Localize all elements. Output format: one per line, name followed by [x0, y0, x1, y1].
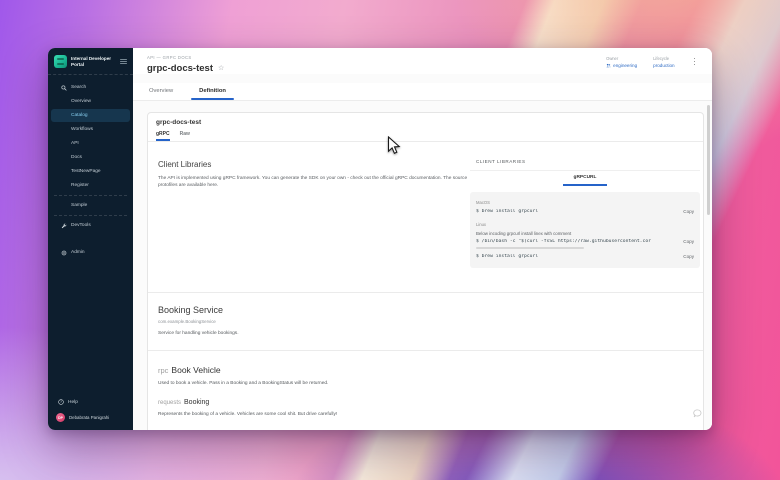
- sidebar-item-api[interactable]: API: [51, 137, 130, 150]
- client-libraries-section: Client Libraries The API is implemented …: [148, 142, 703, 292]
- tab-overview[interactable]: Overview: [147, 83, 175, 100]
- card-title: grpc-docs-test: [156, 119, 695, 126]
- linux-install-command-2: $ brew install grpcurl: [476, 254, 538, 259]
- sidebar-item-label: Sample: [61, 203, 87, 208]
- lifecycle-block: Lifecycle production: [653, 56, 674, 68]
- linux-install-command: $ /bin/bash -c "$(curl -fsSL https://raw…: [476, 239, 651, 244]
- request-description: Represents the booking of a vehicle. Veh…: [158, 412, 693, 417]
- macos-label: MacOS: [476, 200, 694, 205]
- linux-comment: Below incoding grpcurl install linex wit…: [476, 231, 694, 236]
- portal-logo-icon: [54, 55, 67, 68]
- search-icon: [61, 85, 67, 91]
- client-libraries-description: The API is implemented using gRPC framew…: [158, 175, 470, 189]
- sidebar-item-label: DevTools: [71, 223, 91, 228]
- lifecycle-value: production: [653, 63, 674, 68]
- page-title: grpc-docs-test: [147, 63, 213, 74]
- rpc-book-vehicle-section: rpc Book Vehicle Used to book a vehicle.…: [148, 351, 703, 427]
- tab-raw[interactable]: Raw: [180, 131, 190, 141]
- rpc-description: Used to book a vehicle. Pass in a Bookin…: [158, 381, 693, 386]
- owner-label: Owner: [606, 56, 637, 61]
- sidebar-item-label: Docs: [61, 155, 82, 160]
- copy-button[interactable]: Copy: [679, 254, 694, 259]
- sidebar-item-catalog[interactable]: Catalog: [51, 109, 130, 122]
- install-code-box: MacOS $ brew install grpcurl Copy Linux …: [470, 192, 700, 268]
- sidebar-footer: ? Help DP Debabrata Panigrahi: [48, 395, 133, 430]
- app-window: Internal Developer Portal Search Overvie…: [48, 48, 712, 430]
- sidebar-item-workflows[interactable]: Workflows: [51, 123, 130, 136]
- tab-definition[interactable]: Definition: [197, 83, 228, 100]
- definition-card: grpc-docs-test gRPC Raw Client Libraries…: [147, 112, 704, 430]
- more-options-kebab-icon[interactable]: [691, 56, 698, 67]
- service-heading: Booking Service: [158, 305, 693, 315]
- logo-row: Internal Developer Portal: [48, 48, 133, 75]
- booking-service-section: Booking Service com.example.BookingServi…: [148, 293, 703, 350]
- rpc-name: Book Vehicle: [171, 365, 220, 375]
- owner-link[interactable]: engineering: [606, 63, 637, 68]
- sidebar-item-testnewpage[interactable]: TestNewPage: [51, 165, 130, 178]
- sidebar-nav: Search Overview Catalog Workflows API Do…: [48, 75, 133, 259]
- avatar: DP: [56, 413, 65, 422]
- horizontal-scrollbar[interactable]: [476, 247, 584, 249]
- wrench-icon: [61, 223, 67, 229]
- macos-install-command: $ brew install grpcurl: [476, 209, 538, 214]
- lifecycle-label: Lifecycle: [653, 56, 674, 61]
- gear-icon: [61, 250, 67, 256]
- request-name: Booking: [184, 399, 209, 406]
- client-libraries-panel: CLIENT LIBRARIES gRPCURL MacOS $ brew in…: [470, 156, 700, 268]
- copy-button[interactable]: Copy: [679, 239, 694, 244]
- user-name: Debabrata Panigrahi: [69, 415, 109, 420]
- tab-grpcurl[interactable]: gRPCURL: [563, 175, 607, 186]
- panel-header: CLIENT LIBRARIES: [470, 156, 700, 171]
- sidebar-item-help[interactable]: ? Help: [48, 395, 133, 409]
- group-icon: [606, 63, 611, 68]
- portal-logo-title: Internal Developer Portal: [71, 56, 116, 67]
- help-label: Help: [68, 400, 78, 405]
- feedback-bubble-icon[interactable]: [693, 405, 702, 414]
- main-content: API — GRPC DOCS grpc-docs-test ☆ Owner e…: [133, 48, 712, 430]
- sidebar-item-label: Register: [61, 183, 89, 188]
- sidebar-item-label: API: [61, 141, 79, 146]
- service-fqn: com.example.BookingService: [158, 319, 693, 324]
- sidebar-item-register[interactable]: Register: [51, 179, 130, 192]
- page-tabs: Overview Definition: [133, 83, 712, 101]
- favorite-star-icon[interactable]: ☆: [218, 65, 224, 72]
- entity-meta: Owner engineering Lifecycle production: [606, 56, 698, 68]
- rpc-keyword: rpc: [158, 366, 168, 375]
- avatar-initials: DP: [58, 416, 63, 420]
- logo-line1: Internal Developer: [71, 56, 116, 61]
- service-description: Service for handling vehicle bookings.: [158, 331, 693, 336]
- sidebar-divider: [54, 195, 127, 196]
- card-tabs: gRPC Raw: [156, 131, 695, 141]
- sidebar-item-label: Overview: [61, 99, 91, 104]
- sidebar-item-docs[interactable]: Docs: [51, 151, 130, 164]
- copy-button[interactable]: Copy: [679, 209, 694, 214]
- sidebar-item-label: TestNewPage: [61, 169, 101, 174]
- linux-label: Linux: [476, 222, 694, 227]
- sidebar-item-label: Workflows: [61, 127, 93, 132]
- sidebar-item-label: Search: [71, 85, 86, 90]
- sidebar-item-label: Catalog: [61, 113, 88, 118]
- sidebar-item-admin[interactable]: Admin: [51, 246, 130, 259]
- sidebar-item-search[interactable]: Search: [51, 81, 130, 94]
- owner-value: engineering: [613, 63, 637, 68]
- svg-text:?: ?: [60, 400, 62, 404]
- sidebar-divider: [54, 215, 127, 216]
- sidebar-item-overview[interactable]: Overview: [51, 95, 130, 108]
- sidebar-item-label: Admin: [71, 250, 85, 255]
- user-menu[interactable]: DP Debabrata Panigrahi: [48, 409, 133, 430]
- sidebar-pin-icon[interactable]: [120, 59, 127, 65]
- sidebar-item-sample[interactable]: Sample: [51, 199, 130, 212]
- logo-line2: Portal: [71, 62, 116, 67]
- sidebar-item-devtools[interactable]: DevTools: [51, 219, 130, 232]
- sidebar: Internal Developer Portal Search Overvie…: [48, 48, 133, 430]
- vertical-scrollbar[interactable]: [707, 105, 711, 215]
- help-icon: ?: [58, 399, 64, 405]
- tab-grpc[interactable]: gRPC: [156, 131, 170, 141]
- owner-block: Owner engineering: [606, 56, 637, 68]
- request-keyword: requests: [158, 400, 181, 406]
